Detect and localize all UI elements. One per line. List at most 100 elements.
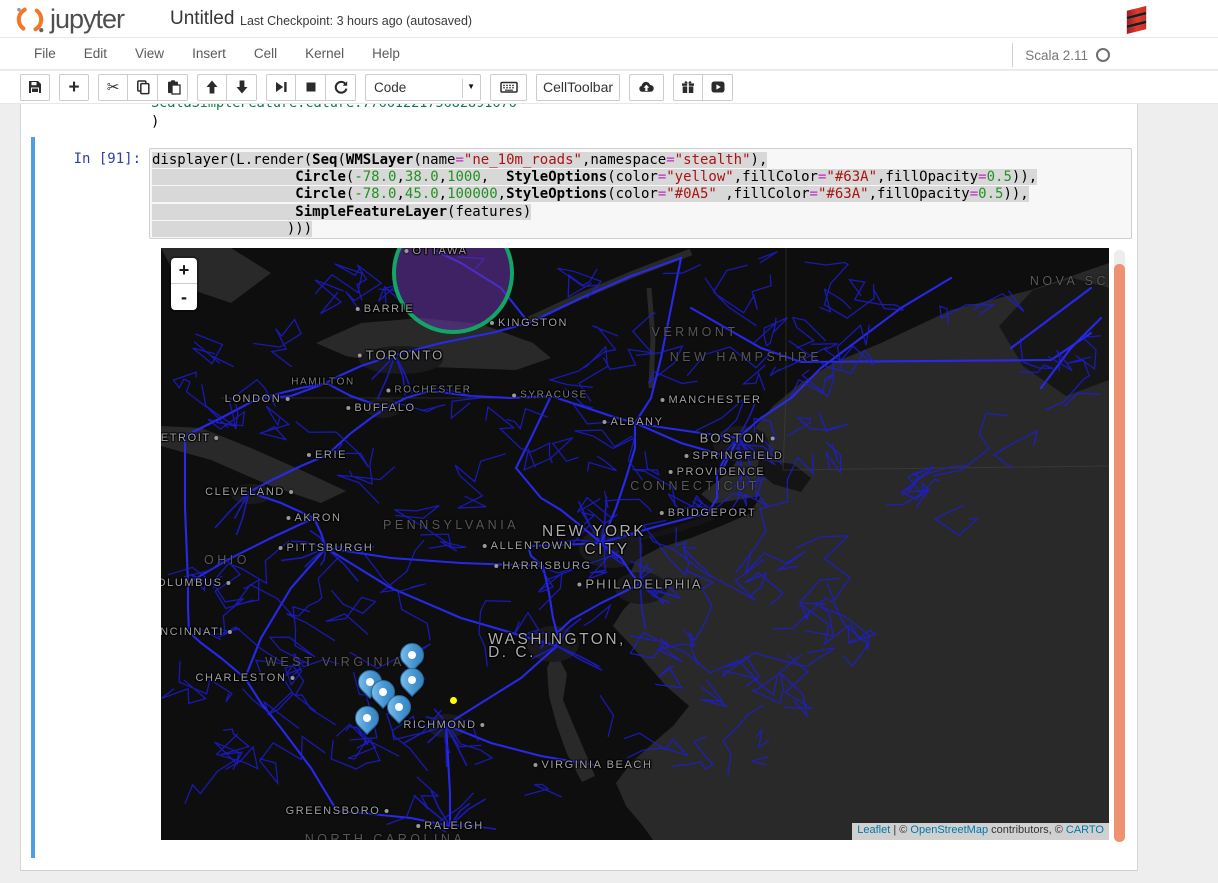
map-state-label: NOVA SCOTIA [1030, 274, 1109, 288]
save-button[interactable] [20, 74, 50, 101]
toolbar: + ✂ [0, 71, 1218, 104]
add-cell-button[interactable]: + [59, 74, 89, 101]
map-city-label: VIRGINIA BEACH [533, 759, 652, 771]
move-cell-down-button[interactable] [227, 74, 257, 101]
zoom-out-button[interactable]: - [171, 284, 197, 310]
code-line: ))) [152, 221, 1131, 238]
notebook-area: ScalaSimpleFeature:cature:77661221756828… [20, 104, 1138, 871]
restart-kernel-button[interactable] [326, 74, 356, 101]
code-line: Circle(-78.0,38.0,1000, StyleOptions(col… [152, 169, 1131, 186]
city-dot-icon [289, 490, 293, 494]
city-dot-icon [533, 763, 537, 767]
map-label-layer: OTTAWAKINGSTONBARRIETORONTOHAMILTONLONDO… [161, 248, 1109, 840]
cell-type-dropdown[interactable]: Code ▼ [365, 74, 481, 101]
attribution-text: contributors, © [988, 824, 1066, 836]
play-video-button[interactable] [703, 74, 733, 101]
map-state-label: OHIO [204, 553, 250, 567]
zoom-in-button[interactable]: + [171, 258, 197, 284]
city-dot-icon [685, 454, 689, 458]
map-city-label: KINGSTON [490, 317, 568, 329]
map-state-label: WEST VIRGINIA [265, 655, 405, 669]
city-dot-icon [494, 564, 498, 568]
city-dot-icon [660, 511, 664, 515]
menu-item-kernel[interactable]: Kernel [291, 38, 358, 69]
cut-button[interactable]: ✂ [98, 74, 128, 101]
city-dot-icon [286, 516, 290, 520]
leaflet-map[interactable]: OTTAWAKINGSTONBARRIETORONTOHAMILTONLONDO… [161, 248, 1109, 840]
map-city-label: HAMILTON [291, 377, 355, 388]
city-dot-icon [227, 581, 231, 585]
code-line: displayer(L.render(Seq(WMSLayer(name="ne… [152, 152, 1131, 169]
stop-kernel-button[interactable] [296, 74, 326, 101]
jupyter-logo[interactable]: jupyter [14, 3, 124, 35]
code-line: Circle(-78.0,45.0,100000,StyleOptions(co… [152, 186, 1131, 203]
map-state-label: NEW HAMPSHIRE [670, 350, 822, 364]
city-dot-icon [770, 436, 774, 440]
map-city-label: ERIE [307, 449, 347, 461]
map-city-label: ROCHESTER [386, 385, 471, 396]
menu-item-insert[interactable]: Insert [178, 38, 240, 69]
move-cell-up-button[interactable] [197, 74, 227, 101]
paste-button[interactable] [158, 74, 188, 101]
output-scrollbar-track[interactable] [1114, 250, 1125, 842]
map-city-label: DETROIT [161, 432, 219, 444]
map-city-label: PROVIDENCE [669, 466, 766, 478]
menu-item-help[interactable]: Help [358, 38, 414, 69]
menu-item-file[interactable]: File [20, 38, 70, 69]
city-dot-icon [660, 398, 664, 402]
map-city-label: BARRIE [356, 303, 415, 315]
map-city-label: RICHMOND [403, 719, 484, 731]
play-video-icon [710, 79, 726, 95]
run-cell-button[interactable] [266, 74, 296, 101]
previous-cell-output-clipped: ScalaSimpleFeature:cature:77661221756828… [151, 104, 517, 111]
city-dot-icon [512, 393, 516, 397]
map-state-label: NORTH CAROLINA [305, 832, 466, 840]
city-dot-icon [481, 723, 485, 727]
kernel-indicator-box: Scala 2.11 [1012, 43, 1110, 67]
cloud-upload-button[interactable] [629, 74, 664, 101]
map-city-label: SPRINGFIELD [685, 450, 784, 462]
map-state-label: VERMONT [652, 325, 739, 339]
map-city-label: BRIDGEPORT [660, 507, 757, 519]
city-dot-icon [290, 676, 294, 680]
map-city-label: CLEVELAND [205, 486, 293, 498]
map-city-label: PHILADELPHIA [577, 577, 702, 592]
notebook-title[interactable]: Untitled [170, 8, 234, 30]
save-icon [27, 79, 43, 95]
city-dot-icon [356, 307, 360, 311]
menu-bar: FileEditViewInsertCellKernelHelp Scala 2… [0, 37, 1218, 70]
map-city-label: RALEIGH [416, 820, 484, 832]
celltoolbar-button[interactable]: CellToolbar [536, 74, 620, 101]
map-city-label: LONDON [225, 393, 290, 405]
output-scrollbar-thumb[interactable] [1114, 264, 1125, 842]
attribution-text: | © [890, 824, 910, 836]
code-editor[interactable]: displayer(L.render(Seq(WMSLayer(name="ne… [149, 148, 1132, 239]
map-city-label: NEW YORK [542, 523, 646, 541]
map-city-label: OTTAWA [404, 248, 467, 257]
gift-icon [680, 79, 696, 95]
attribution-link-leaflet[interactable]: Leaflet [857, 824, 890, 836]
city-dot-icon [483, 544, 487, 548]
map-city-label: BOSTON [700, 431, 775, 446]
map-attribution: Leaflet | © OpenStreetMap contributors, … [852, 823, 1109, 840]
menu-item-cell[interactable]: Cell [240, 38, 291, 69]
keyboard-shortcuts-button[interactable] [490, 74, 527, 101]
menu-item-edit[interactable]: Edit [70, 38, 121, 69]
map-city-label: ALBANY [602, 416, 663, 428]
gift-button[interactable] [673, 74, 703, 101]
map-city-label: GREENSBORO [286, 805, 389, 817]
notebook-header: jupyter Untitled Last Checkpoint: 3 hour… [0, 0, 1218, 37]
attribution-link-carto[interactable]: CARTO [1066, 824, 1104, 836]
copy-button[interactable] [128, 74, 158, 101]
attribution-link-openstreetmap[interactable]: OpenStreetMap [910, 824, 988, 836]
map-city-label: D. C. [488, 644, 536, 662]
map-city-label: HARRISBURG [494, 560, 591, 572]
jupyter-logo-icon [14, 3, 46, 35]
menu-item-view[interactable]: View [121, 38, 178, 69]
city-dot-icon [346, 406, 350, 410]
input-prompt: In [91]: [21, 151, 141, 167]
map-city-label: CINCINNATI [161, 626, 232, 638]
jupyter-logo-text: jupyter [50, 4, 124, 35]
stop-icon [303, 79, 319, 95]
kernel-idle-icon [1096, 48, 1110, 62]
